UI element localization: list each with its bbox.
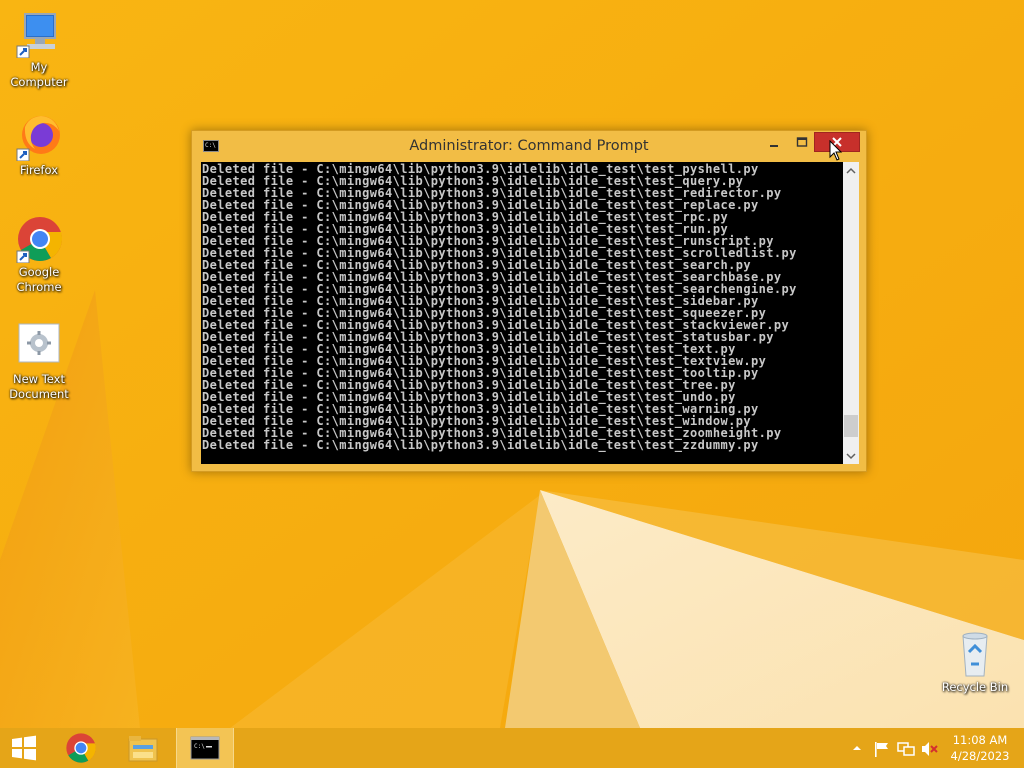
text-document-icon	[15, 322, 63, 370]
svg-text:C:\: C:\	[194, 743, 205, 750]
desktop-icon-recycle-bin[interactable]: Recycle Bin	[937, 630, 1013, 695]
clock-date: 4/28/2023	[950, 749, 1010, 763]
taskbar-chrome[interactable]	[58, 728, 104, 768]
chevron-up-icon[interactable]	[851, 742, 863, 754]
chrome-icon	[66, 733, 96, 763]
start-button[interactable]	[0, 728, 48, 768]
windows-start-icon	[12, 735, 36, 761]
maximize-button[interactable]	[789, 132, 814, 152]
desktop-icon-label: Firefox	[19, 163, 59, 177]
network-icon[interactable]	[897, 741, 915, 757]
console-output[interactable]: Deleted file - C:\mingw64\lib\python3.9\…	[201, 162, 843, 464]
scroll-up-button[interactable]	[843, 162, 859, 179]
file-explorer-icon	[128, 736, 158, 762]
chevron-up-icon	[846, 167, 856, 174]
desktop-icon-label: New Text Document	[9, 372, 69, 401]
desktop-icon-google-chrome[interactable]: Google Chrome	[1, 215, 77, 295]
minimize-button[interactable]	[761, 132, 786, 152]
chevron-down-icon	[846, 452, 856, 459]
console-lines: Deleted file - C:\mingw64\lib\python3.9\…	[201, 162, 843, 451]
desktop-icon-new-text-document[interactable]: New Text Document	[1, 322, 77, 402]
desktop-icon-label: Google Chrome	[16, 265, 62, 294]
maximize-icon	[796, 137, 807, 147]
recycle-bin-icon	[951, 630, 999, 678]
clock-time: 11:08 AM	[952, 733, 1008, 747]
desktop-icon-firefox[interactable]: Firefox	[1, 113, 77, 178]
command-prompt-window[interactable]: C:\ Administrator: Command Prompt Delete…	[191, 130, 867, 472]
desktop-icon-label: Recycle Bin	[941, 680, 1009, 694]
mouse-cursor-icon	[829, 140, 843, 161]
window-titlebar[interactable]: C:\ Administrator: Command Prompt	[192, 131, 866, 163]
console-line: Deleted file - C:\mingw64\lib\python3.9\…	[202, 438, 759, 452]
taskbar: C:\ 11:08 AM 4/28/2023	[0, 728, 1024, 768]
taskbar-clock[interactable]: 11:08 AM 4/28/2023	[947, 732, 1013, 764]
taskbar-file-explorer[interactable]	[120, 728, 166, 768]
desktop-icon-my-computer[interactable]: My Computer	[1, 10, 77, 90]
chrome-icon	[15, 215, 63, 264]
vertical-scrollbar[interactable]	[843, 162, 859, 464]
minimize-icon	[769, 145, 778, 147]
taskbar-command-prompt[interactable]: C:\	[176, 728, 234, 768]
scroll-down-button[interactable]	[843, 447, 859, 464]
scrollbar-thumb[interactable]	[844, 415, 858, 437]
firefox-icon	[15, 113, 63, 162]
computer-icon	[15, 10, 63, 59]
volume-muted-icon[interactable]	[921, 741, 939, 757]
command-prompt-icon: C:\	[190, 736, 220, 760]
action-center-flag-icon[interactable]	[873, 741, 891, 757]
desktop-icon-label: My Computer	[10, 60, 68, 89]
